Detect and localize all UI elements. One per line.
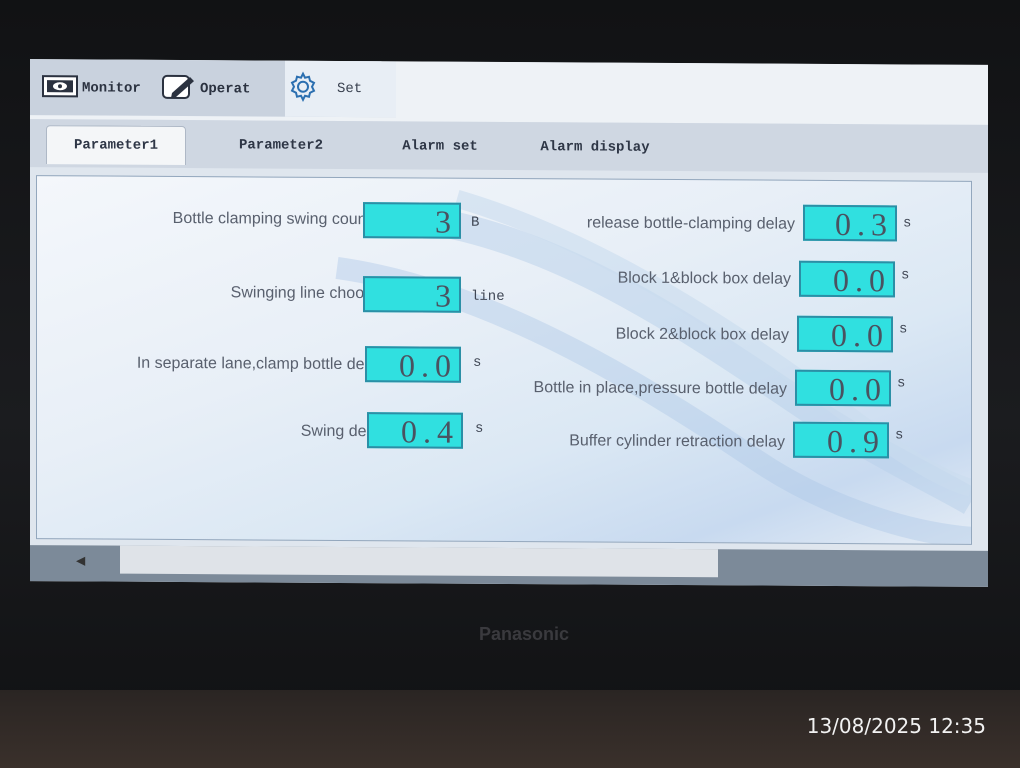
message-bar: [120, 545, 718, 578]
param-label-release-delay: release bottle-clamping delay: [586, 214, 795, 233]
tab-bar: Parameter1 Parameter2 Alarm set Alarm di…: [30, 119, 988, 173]
set-button[interactable]: Set: [285, 60, 396, 118]
monitor-label: Monitor: [82, 80, 141, 97]
swinging-line-field[interactable]: 3: [363, 276, 461, 314]
brand-logo: Panasonic: [478, 624, 570, 644]
gear-icon: [287, 70, 319, 107]
swing-count-field[interactable]: 3: [363, 202, 461, 240]
buffer-cylinder-delay-field[interactable]: 0.9: [793, 421, 889, 459]
release-delay-unit: s: [903, 215, 912, 232]
operat-button[interactable]: Operat: [162, 74, 250, 105]
param-label-block1: Block 1&block box delay: [617, 269, 791, 288]
buffer-cylinder-delay-unit: s: [895, 427, 904, 444]
edit-icon: [162, 72, 196, 105]
tab-parameter2[interactable]: Parameter2: [216, 126, 346, 165]
swinging-line-unit: line: [471, 288, 505, 305]
operat-label: Operat: [200, 81, 251, 98]
swing-delay-field[interactable]: 0.4: [367, 412, 463, 450]
tab-parameter1[interactable]: Parameter1: [46, 125, 186, 166]
tab-alarm-set[interactable]: Alarm set: [375, 127, 505, 166]
speaker-icon[interactable]: ◀: [76, 553, 85, 567]
set-label: Set: [337, 80, 363, 98]
monitor-button[interactable]: Monitor: [42, 73, 141, 104]
monitor-icon: [42, 74, 78, 103]
param-label-swing-count: Bottle clamping swing count: [172, 209, 371, 229]
tab-alarm-display[interactable]: Alarm display: [520, 128, 670, 167]
photo-timestamp: 13/08/2025 12:35: [806, 714, 986, 738]
pressure-bottle-delay-field[interactable]: 0.0: [795, 369, 891, 407]
hmi-screen: Monitor Operat Set Parameter1 Parameter2…: [30, 59, 988, 587]
param-label-swinging-line: Swinging line choose: [230, 284, 381, 303]
swing-delay-unit: s: [475, 420, 484, 437]
pressure-bottle-delay-unit: s: [897, 375, 906, 392]
param-label-block2: Block 2&block box delay: [615, 325, 789, 344]
block2-delay-unit: s: [899, 321, 908, 338]
block2-delay-field[interactable]: 0.0: [797, 315, 893, 353]
status-bar: ◀: [30, 545, 988, 587]
block1-delay-field[interactable]: 0.0: [799, 260, 895, 298]
swing-count-unit: B: [471, 214, 480, 231]
param-label-pressure-bottle: Bottle in place,pressure bottle delay: [533, 379, 787, 398]
separate-lane-delay-field[interactable]: 0.0: [365, 346, 461, 384]
parameter-panel: Bottle clamping swing count 3 B Swinging…: [36, 175, 972, 545]
separate-lane-delay-unit: s: [473, 354, 482, 371]
top-menu-bar: Monitor Operat Set: [30, 59, 988, 125]
param-label-separate-lane: In separate lane,clamp bottle delay: [136, 354, 385, 374]
param-label-buffer-cylinder: Buffer cylinder retraction delay: [569, 432, 785, 451]
block1-delay-unit: s: [901, 267, 910, 284]
release-delay-field[interactable]: 0.3: [803, 204, 897, 242]
